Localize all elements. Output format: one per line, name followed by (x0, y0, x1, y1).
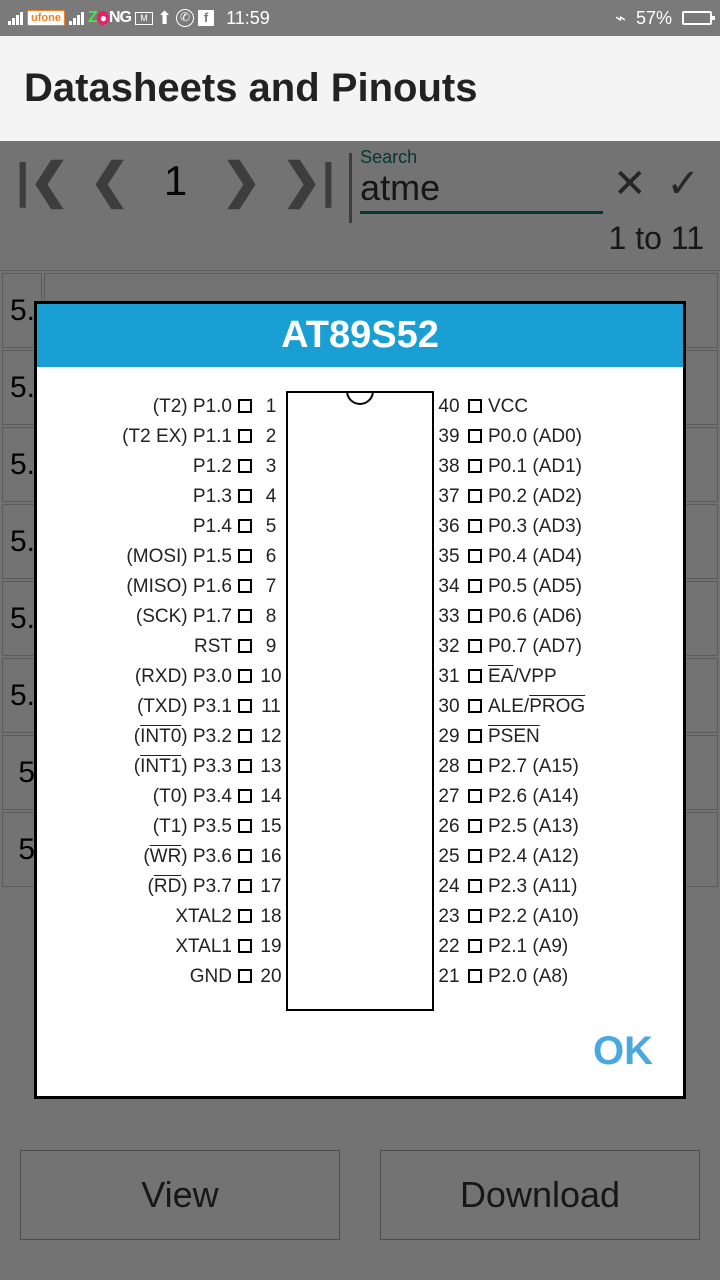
modal-overlay[interactable]: AT89S52 (T2) P1.0140VCC(T2 EX) P1.1239P0… (0, 141, 720, 1280)
app-title: Datasheets and Pinouts (24, 66, 477, 111)
dialog-title: AT89S52 (37, 304, 683, 367)
battery-pct: 57% (636, 8, 672, 29)
bluetooth-icon: ⌁ (615, 8, 626, 29)
clock: 11:59 (226, 8, 270, 29)
pinout-dialog: AT89S52 (T2) P1.0140VCC(T2 EX) P1.1239P0… (34, 301, 686, 1099)
status-bar: ufone Z●NG M ⬆ ✆ f 11:59 ⌁ 57% (0, 0, 720, 36)
carrier-badge-1: ufone (27, 10, 65, 26)
signal-icon-2 (69, 12, 84, 25)
mail-icon: M (135, 12, 153, 25)
whatsapp-icon: ✆ (176, 9, 194, 27)
chip-outline (286, 391, 434, 1011)
carrier-badge-2: Z●NG (88, 9, 131, 27)
chip-notch (346, 391, 374, 405)
facebook-icon: f (198, 10, 214, 26)
ok-button[interactable]: OK (593, 1029, 653, 1074)
upload-icon: ⬆ (157, 8, 172, 29)
dialog-body: (T2) P1.0140VCC(T2 EX) P1.1239P0.0 (AD0)… (37, 367, 683, 1019)
pinout-diagram: (T2) P1.0140VCC(T2 EX) P1.1239P0.0 (AD0)… (71, 391, 649, 991)
signal-icon-1 (8, 12, 23, 25)
app-header: Datasheets and Pinouts (0, 36, 720, 141)
battery-icon (682, 11, 712, 25)
